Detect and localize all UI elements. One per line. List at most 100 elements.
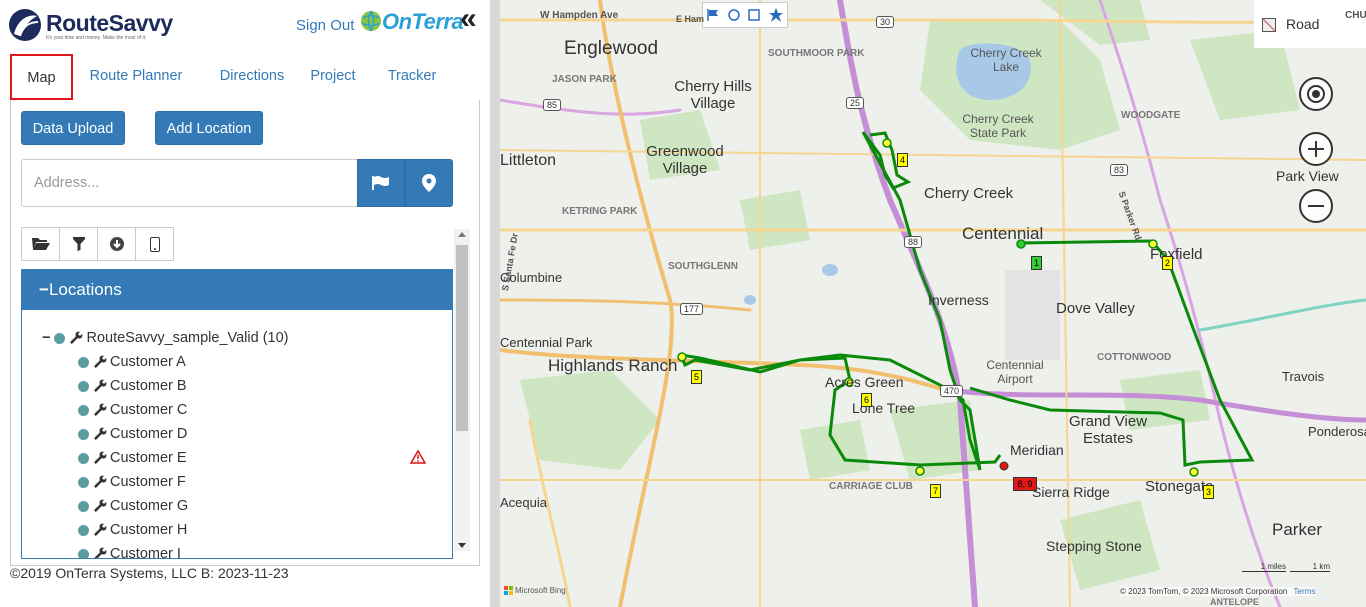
scroll-thumb[interactable]	[456, 245, 468, 431]
place-label: Dove Valley	[1056, 300, 1135, 317]
sign-out-link[interactable]: Sign Out	[296, 17, 354, 34]
location-item[interactable]: Customer A	[78, 352, 186, 372]
terms-link[interactable]: Terms	[1294, 587, 1316, 596]
status-dot-icon	[78, 404, 89, 416]
location-item[interactable]: Customer E	[78, 448, 187, 468]
tree-root[interactable]: − RouteSavvy_sample_Valid (10)	[42, 328, 289, 348]
place-label: CHURCHILL	[1345, 10, 1366, 21]
stop-label[interactable]: 5	[691, 370, 702, 384]
wrench-icon[interactable]	[93, 403, 107, 417]
tab-tracker[interactable]: Tracker	[380, 54, 444, 100]
wrench-icon[interactable]	[93, 475, 107, 489]
highway-shield: 83	[1110, 164, 1129, 176]
wrench-icon[interactable]	[93, 427, 107, 441]
stop-label[interactable]: 2	[1162, 256, 1173, 270]
zoom-out-button[interactable]	[1299, 189, 1333, 223]
wrench-icon[interactable]	[93, 523, 107, 537]
bing-logo: Microsoft Bing	[504, 586, 566, 595]
star-draw-icon[interactable]	[768, 8, 783, 22]
tab-map[interactable]: Map	[10, 54, 73, 100]
place-label: WOODGATE	[1121, 110, 1181, 121]
location-item[interactable]: Customer I	[78, 544, 181, 559]
add-location-button[interactable]: Add Location	[155, 111, 263, 145]
wrench-icon[interactable]	[93, 547, 107, 559]
road-map-icon	[1262, 18, 1276, 32]
filter-icon	[72, 237, 85, 251]
map-style-selector[interactable]: Road	[1254, 0, 1366, 48]
highway-shield: 177	[680, 303, 704, 315]
wrench-icon[interactable]	[69, 331, 83, 345]
address-input[interactable]: Address...	[21, 159, 357, 207]
stop-label[interactable]: 8, 9	[1013, 477, 1037, 491]
tab-project[interactable]: Project	[302, 54, 364, 100]
location-item-label: Customer A	[110, 354, 186, 370]
collapse-panel-button[interactable]: «	[460, 2, 477, 36]
stop-label[interactable]: 3	[1203, 485, 1214, 499]
pin-button[interactable]	[405, 159, 453, 207]
panel-splitter[interactable]	[490, 0, 500, 607]
stop-label[interactable]: 6	[861, 393, 872, 407]
place-label: Acequia	[500, 495, 547, 510]
wrench-icon[interactable]	[93, 379, 107, 393]
flag-draw-icon[interactable]	[707, 9, 719, 21]
tab-directions[interactable]: Directions	[206, 54, 298, 100]
place-label: Acres Green	[825, 374, 904, 390]
place-label: Englewood	[564, 38, 659, 59]
place-label: SOUTHMOOR PARK	[768, 48, 865, 59]
place-label: Inverness	[928, 292, 989, 308]
status-dot-icon	[78, 548, 89, 558]
locations-toolbar	[21, 227, 174, 261]
status-dot-icon	[78, 428, 89, 440]
collapse-icon[interactable]: −	[42, 330, 50, 346]
wrench-icon[interactable]	[93, 451, 107, 465]
place-label: Stepping Stone	[1046, 538, 1142, 554]
stop-label[interactable]: 4	[897, 153, 908, 167]
location-item[interactable]: Customer B	[78, 376, 187, 396]
place-label: Cherry Creek	[924, 185, 1014, 202]
place-label: COTTONWOOD	[1097, 352, 1172, 363]
location-item-label: Customer D	[110, 426, 188, 442]
plus-icon	[1308, 141, 1324, 157]
circle-draw-icon[interactable]	[728, 9, 740, 21]
download-button[interactable]	[97, 227, 136, 261]
location-item[interactable]: Customer G	[78, 496, 188, 516]
folder-open-icon	[31, 238, 50, 250]
warning-icon[interactable]	[409, 449, 427, 469]
place-label: CARRIAGE CLUB	[829, 481, 913, 492]
scroll-down-icon[interactable]	[458, 543, 466, 548]
wrench-icon[interactable]	[93, 499, 107, 513]
mobile-button[interactable]	[135, 227, 174, 261]
place-label: ANTELOPE	[1210, 597, 1260, 607]
tab-route-planner[interactable]: Route Planner	[82, 54, 190, 100]
location-item[interactable]: Customer D	[78, 424, 187, 444]
scroll-up-icon[interactable]	[458, 232, 466, 237]
draw-toolbar	[702, 2, 788, 28]
map-tab-panel: Data Upload Add Location Address... −Loc…	[10, 100, 480, 566]
data-upload-button[interactable]: Data Upload	[21, 111, 125, 145]
globe-icon	[361, 10, 381, 32]
square-draw-icon[interactable]	[748, 9, 760, 21]
place-label: Foxfield	[1150, 246, 1203, 263]
locate-me-button[interactable]	[1299, 77, 1333, 111]
location-item[interactable]: Customer H	[78, 520, 187, 540]
location-item-label: Customer G	[110, 498, 189, 514]
location-item[interactable]: Customer C	[78, 400, 187, 420]
place-label: E Ham	[676, 14, 705, 24]
stop-label[interactable]: 7	[930, 484, 941, 498]
locations-header[interactable]: −Locations	[22, 270, 452, 310]
minus-icon	[1308, 205, 1324, 207]
map-view[interactable]: Road Park View Englewood Cherry Hills Vil…	[500, 0, 1366, 607]
wrench-icon[interactable]	[93, 355, 107, 369]
locations-scrollbar[interactable]	[454, 229, 470, 551]
filter-button[interactable]	[59, 227, 98, 261]
place-label: W Hampden Ave	[540, 10, 619, 21]
zoom-in-button[interactable]	[1299, 132, 1333, 166]
mobile-icon	[149, 236, 160, 252]
logo-text: RouteSavvy	[46, 10, 173, 36]
location-item[interactable]: Customer F	[78, 472, 186, 492]
open-folder-button[interactable]	[21, 227, 60, 261]
place-label: Highlands Ranch	[548, 356, 678, 375]
side-panel: RouteSavvy It's your time and money. Mak…	[0, 0, 490, 607]
flag-button[interactable]	[357, 159, 405, 207]
stop-label[interactable]: 1	[1031, 256, 1042, 270]
